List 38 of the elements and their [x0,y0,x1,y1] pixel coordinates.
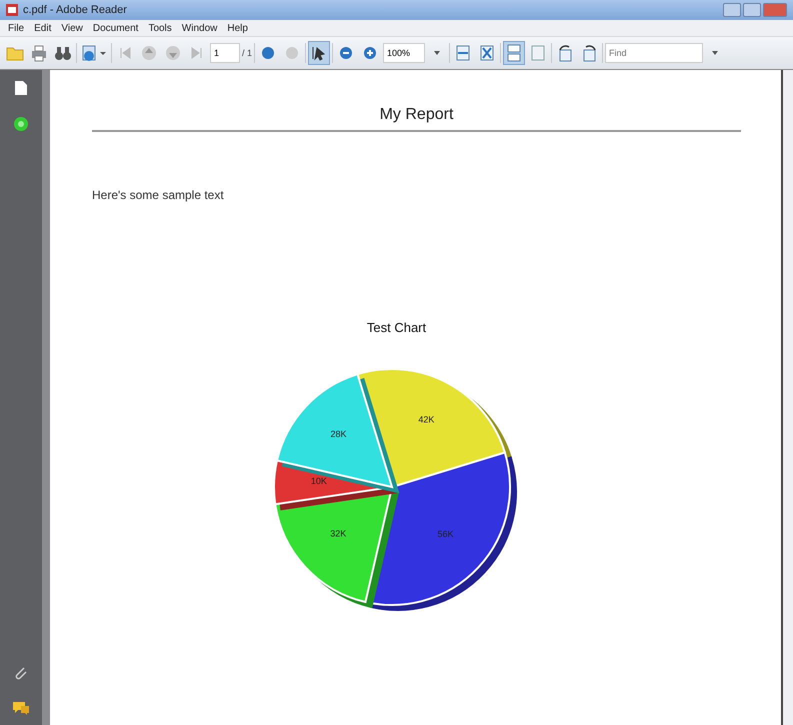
value-label: 10K [310,476,326,486]
caret-icon [711,49,720,57]
page-count: / 1 [242,48,252,58]
single-page-icon [505,44,524,62]
menu-item[interactable]: View [61,22,83,34]
next-page-icon [164,44,182,62]
toolbar-button[interactable] [308,41,330,65]
menu-item[interactable]: Help [227,22,248,34]
zoom-field[interactable]: 100% [383,43,426,63]
chart-title: Test Chart [366,320,426,335]
menu-item[interactable]: File [8,22,24,34]
value-label: 42K [418,414,434,424]
scrollbar[interactable] [783,70,793,725]
caret-icon [433,49,442,57]
menu-item[interactable]: Tools [148,22,172,34]
value-label: 56K [437,528,454,539]
paperclip-icon[interactable] [13,665,29,681]
maximize-button[interactable] [743,3,761,17]
value-label: 28K [330,429,346,440]
fit-width-icon [454,44,472,62]
minimize-button[interactable] [723,3,741,17]
menu-item[interactable]: Document [92,22,138,34]
previous-page-icon [140,44,158,62]
find-field[interactable]: Find [605,43,704,63]
menu-item[interactable]: Window [182,22,218,34]
fit-page-icon [478,44,496,62]
app-icon [6,4,18,16]
printer-icon [30,44,48,62]
report-heading: My Report [92,106,741,132]
page-number-field[interactable]: 1 [210,43,240,63]
window-title: c.pdf - Adobe Reader [23,4,127,16]
body-text: Here's some sample text [92,188,225,202]
comment-icon[interactable] [12,701,30,715]
value-label: 32K [330,528,346,539]
menu-item[interactable]: Edit [34,22,52,34]
page-icon[interactable] [14,80,28,96]
page-icon [529,44,548,62]
binoculars-icon [54,44,72,62]
